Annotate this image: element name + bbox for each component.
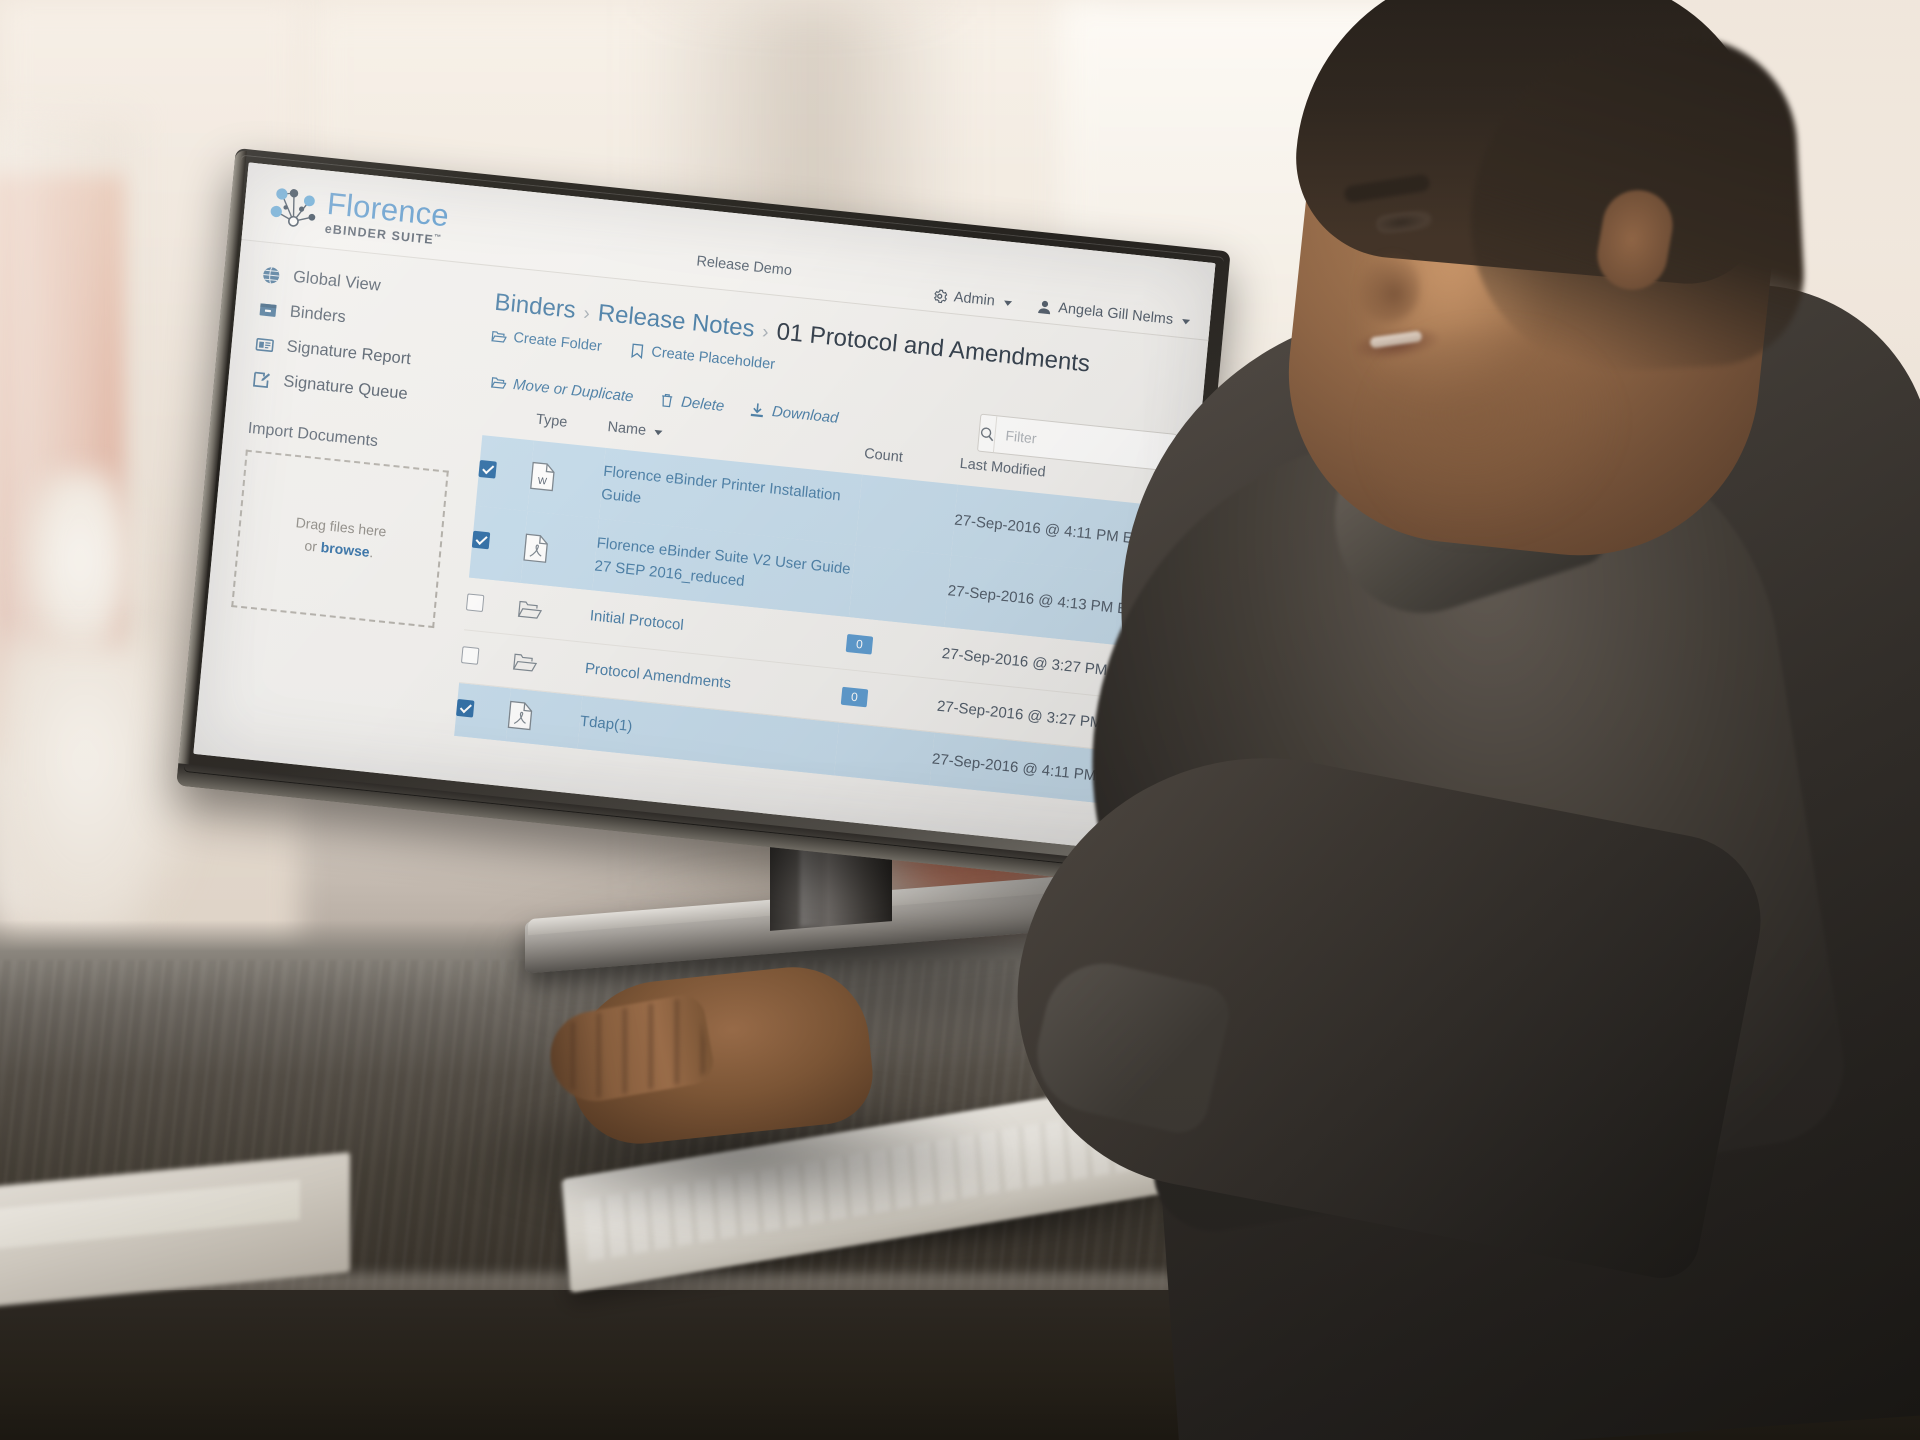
sort-by-name[interactable]: Name xyxy=(607,419,663,441)
gear-icon xyxy=(933,288,948,303)
file-dropzone[interactable]: Drag files here or browse. xyxy=(231,449,449,629)
report-card-icon xyxy=(255,337,274,352)
create-folder-label: Create Folder xyxy=(512,329,603,355)
row-checkbox-cell[interactable] xyxy=(454,682,511,740)
row-count xyxy=(849,545,951,626)
row-checkbox[interactable] xyxy=(461,645,480,665)
create-placeholder-button[interactable]: Create Placeholder xyxy=(629,342,776,373)
row-checkbox-cell[interactable] xyxy=(469,506,527,583)
person-nose xyxy=(1356,252,1420,322)
breadcrumb-item-binders[interactable]: Binders xyxy=(493,289,576,325)
files-table: Type Name Count Last Modified W Florence… xyxy=(454,406,1169,807)
sidebar-item-global-view[interactable]: Global View xyxy=(261,264,486,306)
background-lamp-2 xyxy=(0,640,190,940)
folder-icon xyxy=(512,653,538,672)
workspace-title: Release Demo xyxy=(695,253,793,280)
florence-ebinder-app: Florence eBINDER SUITE™ Release Demo Adm… xyxy=(193,162,1216,855)
breadcrumb-item-release-notes[interactable]: Release Notes xyxy=(597,299,756,343)
row-checkbox[interactable] xyxy=(478,459,497,479)
row-count: 0 xyxy=(844,617,944,680)
breadcrumb-separator: › xyxy=(761,321,770,344)
row-type-cell: W xyxy=(527,440,605,518)
row-checkbox[interactable] xyxy=(471,530,491,550)
sidebar-item-binders[interactable]: Binders xyxy=(258,299,483,341)
folder-icon xyxy=(517,600,543,619)
browse-link[interactable]: browse xyxy=(320,539,370,560)
folder-move-icon xyxy=(490,377,507,389)
folder-open-icon xyxy=(491,330,508,343)
sidebar: Global View Binders Signature Report Sig… xyxy=(193,240,488,779)
create-folder-button[interactable]: Create Folder xyxy=(491,328,603,355)
row-type-cell xyxy=(506,688,583,748)
chevron-down-icon xyxy=(1003,299,1012,306)
download-icon xyxy=(751,403,764,418)
col-name-label: Name xyxy=(606,419,647,439)
person-jaw xyxy=(1370,330,1620,540)
row-checkbox-cell[interactable] xyxy=(464,577,521,635)
binder-box-icon xyxy=(259,302,277,317)
row-checkbox[interactable] xyxy=(456,698,475,718)
sidebar-item-signature-queue[interactable]: Signature Queue xyxy=(252,369,477,411)
person-at-desk xyxy=(460,0,1920,1440)
sidebar-item-signature-report[interactable]: Signature Report xyxy=(255,334,480,376)
monitor-bezel: Florence eBINDER SUITE™ Release Demo Adm… xyxy=(176,148,1231,889)
monitor-screen: Florence eBINDER SUITE™ Release Demo Adm… xyxy=(193,162,1216,855)
search-icon xyxy=(980,426,994,441)
count-badge: 0 xyxy=(845,633,874,655)
row-checkbox[interactable] xyxy=(465,592,485,612)
photo-scene: Florence eBINDER SUITE™ Release Demo Adm… xyxy=(0,0,1920,1440)
caret-down-icon xyxy=(653,429,663,436)
logo-text-block: Florence eBINDER SUITE™ xyxy=(324,185,450,248)
dropzone-period: . xyxy=(368,544,375,561)
trash-icon xyxy=(662,393,673,408)
row-count xyxy=(856,475,958,556)
pdf-doc-icon xyxy=(523,533,548,563)
logo-trademark: ™ xyxy=(433,233,443,242)
signature-pen-icon xyxy=(253,371,271,388)
delete-label: Delete xyxy=(680,393,726,415)
row-count xyxy=(834,722,934,785)
row-type-cell xyxy=(511,635,588,695)
pdf-doc-icon xyxy=(507,700,533,731)
move-or-duplicate-button[interactable]: Move or Duplicate xyxy=(490,374,635,406)
user-icon xyxy=(1037,300,1050,314)
user-label: Angela Gill Nelms xyxy=(1057,300,1174,329)
row-checkbox-cell[interactable] xyxy=(459,630,516,688)
create-placeholder-label: Create Placeholder xyxy=(650,344,776,373)
word-doc-icon: W xyxy=(530,462,555,492)
breadcrumb-separator: › xyxy=(582,302,591,325)
florence-network-logo-icon xyxy=(270,188,316,227)
download-label: Download xyxy=(771,403,840,427)
download-button[interactable]: Download xyxy=(749,401,839,427)
bookmark-icon xyxy=(630,342,643,359)
admin-label: Admin xyxy=(953,289,996,310)
sidebar-label: Binders xyxy=(289,302,347,327)
sidebar-label: Signature Report xyxy=(285,337,412,369)
app-logo[interactable]: Florence eBINDER SUITE™ xyxy=(267,179,451,248)
globe-icon xyxy=(263,266,280,283)
row-type-cell xyxy=(521,511,599,590)
move-or-duplicate-label: Move or Duplicate xyxy=(512,376,635,406)
count-badge: 0 xyxy=(840,686,869,708)
row-checkbox-cell[interactable] xyxy=(476,435,534,511)
app-body: Global View Binders Signature Report Sig… xyxy=(193,240,1208,855)
admin-menu[interactable]: Admin xyxy=(931,287,1012,311)
monitor: Florence eBINDER SUITE™ Release Demo Adm… xyxy=(176,148,1231,889)
sidebar-label: Global View xyxy=(292,267,382,295)
row-type-cell xyxy=(516,582,593,642)
sidebar-label: Signature Queue xyxy=(282,372,409,404)
delete-button[interactable]: Delete xyxy=(658,391,725,415)
row-count: 0 xyxy=(839,669,939,732)
dropzone-or: or xyxy=(303,537,322,555)
